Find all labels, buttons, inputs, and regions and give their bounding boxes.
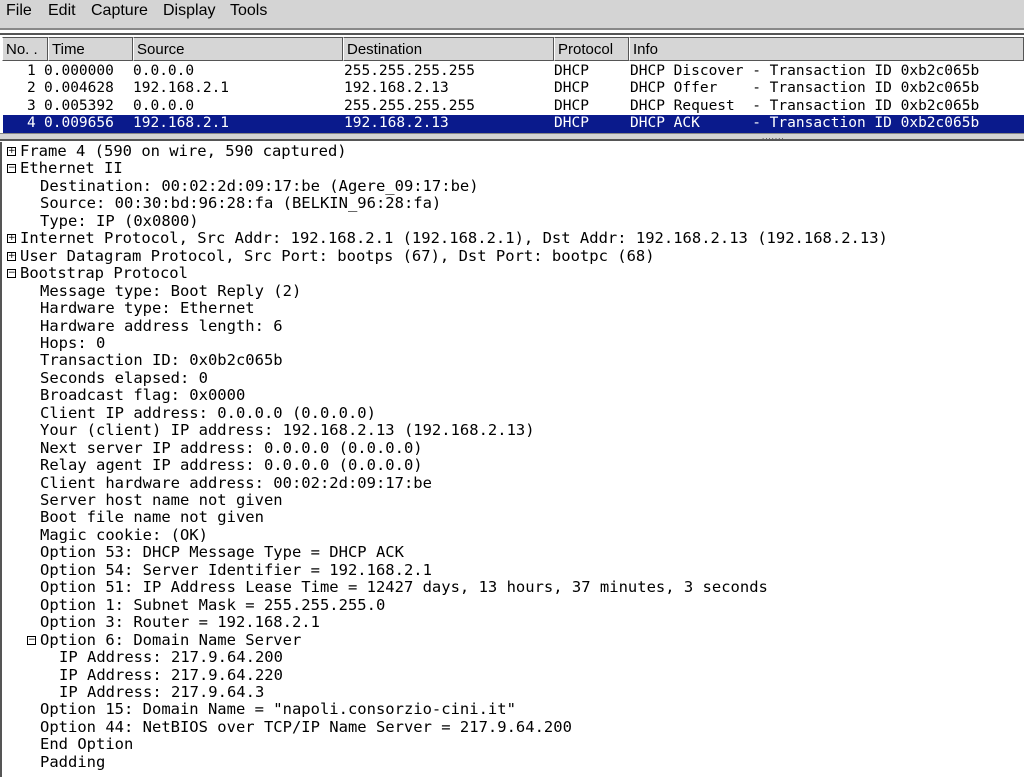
tree-item[interactable]: Option 53: DHCP Message Type = DHCP ACK [40,543,404,561]
packet-info: DHCP ACK - Transaction ID 0xb2c065b [630,115,980,132]
tree-item[interactable]: IP Address: 217.9.64.200 [59,648,283,666]
collapse-icon[interactable]: − [7,164,16,174]
tree-item[interactable]: Hardware type: Ethernet [40,299,255,317]
tree-item[interactable]: Boot file name not given [40,508,264,526]
packet-destination: 255.255.255.255 [344,97,475,114]
tree-item[interactable]: Padding [40,753,105,771]
packet-source: 192.168.2.1 [133,115,230,132]
packet-row[interactable]: 3 0.005392 0.0.0.0 255.255.255.255 DHCP DHCP … [3,98,1024,115]
tree-item[interactable]: Seconds elapsed: 0 [40,369,208,387]
packet-info: DHCP Offer - Transaction ID 0xb2c065b [630,80,980,97]
tree-item[interactable]: Option 44: NetBIOS over TCP/IP Name Serv… [40,718,572,736]
menu-display[interactable]: Display [163,2,215,20]
menu-bar: File Edit Capture Display Tools [0,0,1024,30]
packet-protocol: DHCP [554,115,589,132]
column-header-info[interactable]: Info [629,37,1024,61]
tree-item[interactable]: Relay agent IP address: 0.0.0.0 (0.0.0.0… [40,456,423,474]
menu-capture[interactable]: Capture [91,2,148,20]
tree-item[interactable]: Source: 00:30:bd:96:28:fa (BELKIN_96:28:… [40,194,441,212]
packet-destination: 192.168.2.13 [344,115,449,132]
packet-destination: 255.255.255.255 [344,63,475,79]
packet-no: 1 [27,63,36,79]
tree-item[interactable]: Client IP address: 0.0.0.0 (0.0.0.0) [40,404,376,422]
menu-tools[interactable]: Tools [230,2,267,20]
packet-source: 192.168.2.1 [133,80,230,97]
tree-item[interactable]: Option 54: Server Identifier = 192.168.2… [40,561,432,579]
menu-file[interactable]: File [6,2,32,20]
column-header-destination[interactable]: Destination [343,37,554,61]
tree-item[interactable]: Transaction ID: 0x0b2c065b [40,351,283,369]
tree-item[interactable]: Hops: 0 [40,334,105,352]
packet-list: No. . Time Source Destination Protocol I… [0,33,1024,135]
packet-time: 0.009656 [44,115,114,132]
tree-item[interactable]: Hardware address length: 6 [40,317,283,335]
packet-source: 0.0.0.0 [133,97,195,114]
tree-item[interactable]: Option 3: Router = 192.168.2.1 [40,613,320,631]
packet-time: 0.005392 [44,97,114,114]
tree-item[interactable]: Magic cookie: (OK) [40,526,208,544]
tree-item[interactable]: Frame 4 (590 on wire, 590 captured) [20,142,347,160]
tree-item[interactable]: Option 1: Subnet Mask = 255.255.255.0 [40,596,385,614]
packet-row[interactable]: 1 0.000000 0.0.0.0 255.255.255.255 DHCP DHCP … [3,63,1024,80]
packet-no: 2 [27,80,36,97]
tree-item[interactable]: End Option [40,735,133,753]
tree-item[interactable]: Broadcast flag: 0x0000 [40,386,245,404]
tree-item[interactable]: Message type: Boot Reply (2) [40,282,301,300]
packet-protocol: DHCP [554,63,589,79]
menu-edit[interactable]: Edit [48,2,76,20]
packet-time: 0.004628 [44,80,114,97]
collapse-icon[interactable]: − [7,269,16,279]
tree-item[interactable]: Server host name not given [40,491,283,509]
grip-handle-icon[interactable]: ....... [762,133,785,141]
pane-splitter[interactable]: ....... [0,133,1024,141]
tree-item[interactable]: Next server IP address: 0.0.0.0 (0.0.0.0… [40,439,423,457]
tree-item[interactable]: Option 15: Domain Name = "napoli.consorz… [40,700,516,718]
tree-item[interactable]: Your (client) IP address: 192.168.2.13 (… [40,421,535,439]
tree-item[interactable]: IP Address: 217.9.64.220 [59,666,283,684]
packet-info: DHCP Request - Transaction ID 0xb2c065b [630,97,980,114]
tree-item[interactable]: Bootstrap Protocol [20,264,188,282]
column-header-protocol[interactable]: Protocol [554,37,629,61]
packet-no: 3 [27,97,36,114]
tree-item[interactable]: IP Address: 217.9.64.3 [59,683,264,701]
expand-icon[interactable]: + [7,147,16,156]
packet-source: 0.0.0.0 [133,63,195,79]
tree-item[interactable]: Client hardware address: 00:02:2d:09:17:… [40,474,432,492]
packet-destination: 192.168.2.13 [344,80,449,97]
column-header-time[interactable]: Time [48,37,133,61]
tree-item[interactable]: Internet Protocol, Src Addr: 192.168.2.1… [20,229,888,247]
expand-icon[interactable]: + [7,234,16,244]
packet-time: 0.000000 [44,63,114,79]
packet-details-tree: + Frame 4 (590 on wire, 590 captured) − Eth… [0,142,1024,777]
expand-icon[interactable]: + [7,251,16,261]
tree-item[interactable]: Type: IP (0x0800) [40,212,199,230]
column-header-source[interactable]: Source [133,37,343,61]
column-header-no[interactable]: No. . [2,37,48,61]
tree-item[interactable]: Option 6: Domain Name Server [40,631,301,649]
collapse-icon[interactable]: − [27,635,36,645]
packet-protocol: DHCP [554,80,589,97]
tree-item[interactable]: User Datagram Protocol, Src Port: bootps… [20,247,655,265]
packet-protocol: DHCP [554,97,589,114]
tree-item[interactable]: Ethernet II [20,159,123,177]
packet-row[interactable]: 2 0.004628 192.168.2.1 192.168.2.13 DHCP DHCP… [3,80,1024,97]
tree-item[interactable]: Destination: 00:02:2d:09:17:be (Agere_09… [40,177,479,195]
packet-no: 4 [27,115,36,132]
tree-item[interactable]: Option 51: IP Address Lease Time = 12427… [40,578,768,596]
packet-row[interactable]: 4 0.009656 192.168.2.1 192.168.2.13 DHCP DHCP… [3,115,1024,133]
packet-info: DHCP Discover - Transaction ID 0xb2c065b [630,63,980,79]
